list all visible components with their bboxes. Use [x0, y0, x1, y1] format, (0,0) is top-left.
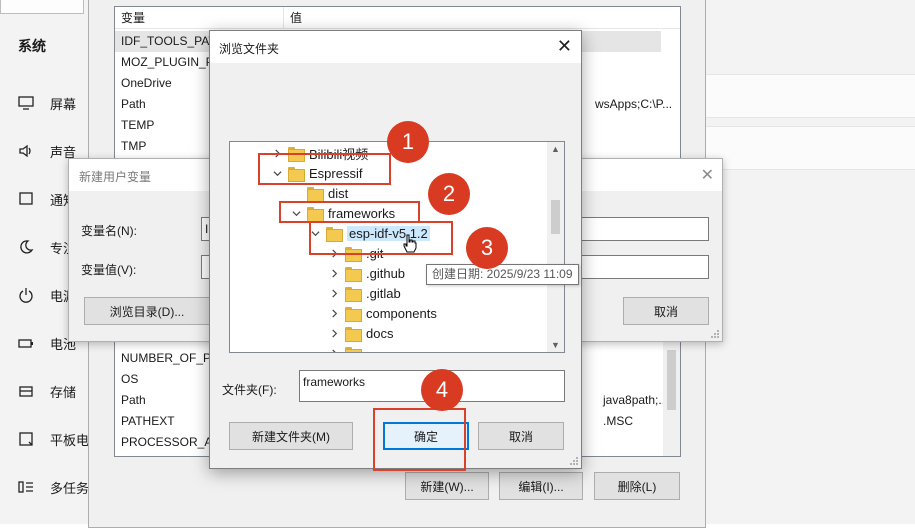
dialog-titlebar: 浏览文件夹 ✕ — [210, 31, 581, 63]
speaker-icon — [14, 142, 38, 160]
annotation-box-1 — [258, 153, 391, 185]
annotation-box-3 — [309, 221, 453, 255]
settings-row[interactable] — [706, 126, 915, 170]
annotation-box-2 — [279, 201, 420, 223]
nav-item-label: 多任务 — [50, 480, 90, 496]
list-header: 变量 值 — [115, 7, 680, 29]
nav-item-tablet[interactable]: 平板电 — [14, 427, 94, 451]
folder-icon — [345, 286, 362, 302]
settings-section-title: 系统 — [18, 38, 46, 54]
notification-icon — [14, 190, 38, 208]
row-name: TEMP — [121, 118, 155, 132]
chevron-right-icon[interactable] — [327, 348, 341, 352]
monitor-icon — [14, 94, 38, 112]
tree-node-label: docs — [366, 325, 394, 341]
row-name: NUMBER_OF_P — [121, 351, 212, 365]
row-name: Path — [121, 393, 146, 407]
nav-item-label: 存储 — [50, 384, 77, 400]
tree-node-label: .github — [366, 265, 406, 281]
tree-scrollbar[interactable]: ▲ ▼ — [547, 142, 564, 352]
tree-node[interactable]: dist — [289, 183, 348, 203]
nav-item-display[interactable]: 屏幕 — [14, 91, 94, 115]
column-header-variable[interactable]: 变量 — [115, 7, 283, 29]
tree-node[interactable]: docs — [327, 323, 393, 343]
row-name: OneDrive — [121, 76, 172, 90]
row-name: TMP — [121, 139, 147, 153]
annotation-box-4 — [373, 408, 466, 471]
tree-node[interactable] — [327, 343, 366, 352]
settings-top-button[interactable] — [0, 0, 84, 14]
row-value: wsApps;C:\P... — [595, 97, 673, 111]
annotation-badge-2: 2 — [428, 173, 470, 215]
env-new-button[interactable]: 新建(W)... — [405, 472, 489, 500]
new-folder-button[interactable]: 新建文件夹(M) — [229, 422, 353, 450]
env-delete-button[interactable]: 删除(L) — [594, 472, 680, 500]
resize-grip-icon[interactable] — [569, 456, 579, 466]
scroll-up-icon[interactable]: ▲ — [547, 142, 564, 156]
folder-icon — [345, 346, 362, 352]
annotation-badge-1: 1 — [387, 121, 429, 163]
row-name: OS — [121, 372, 139, 386]
multitask-icon — [14, 478, 38, 496]
folder-icon — [345, 326, 362, 342]
annotation-badge-3: 3 — [466, 227, 508, 269]
tree-node-label: .gitlab — [366, 285, 401, 301]
folder-icon — [307, 186, 324, 202]
env-edit-button[interactable]: 编辑(I)... — [499, 472, 583, 500]
row-name: PATHEXT — [121, 414, 175, 428]
row-name: Path — [121, 97, 146, 111]
annotation-badge-4: 4 — [421, 369, 463, 411]
browse-directory-button[interactable]: 浏览目录(D)... — [84, 297, 210, 325]
cancel-button[interactable]: 取消 — [478, 422, 564, 450]
system-list-scrollbar[interactable] — [663, 340, 680, 456]
row-value: java8path;... — [603, 393, 669, 407]
row-name: PROCESSOR_AR — [121, 435, 222, 449]
chevron-right-icon[interactable] — [327, 328, 341, 338]
tablet-icon — [14, 430, 38, 448]
nav-item-multitasking[interactable]: 多任务 — [14, 475, 94, 499]
power-icon — [14, 286, 38, 304]
scroll-down-icon[interactable]: ▼ — [547, 338, 564, 352]
moon-icon — [14, 238, 38, 256]
scrollbar-thumb[interactable] — [551, 200, 560, 234]
dialog-title: 浏览文件夹 — [219, 42, 280, 56]
folder-icon — [345, 266, 362, 282]
tree-node-label: components — [366, 305, 437, 321]
chevron-right-icon[interactable] — [327, 308, 341, 318]
resize-grip-icon[interactable] — [710, 329, 720, 339]
settings-content-pane — [706, 0, 915, 524]
close-icon[interactable]: ✕ — [701, 165, 714, 185]
storage-icon — [14, 382, 38, 400]
cancel-button[interactable]: 取消 — [623, 297, 709, 325]
variable-value-label: 变量值(V): — [81, 263, 137, 277]
row-value: .MSC — [603, 414, 633, 428]
nav-item-label: 屏幕 — [50, 96, 77, 112]
folder-tooltip: 创建日期: 2025/9/23 11:09 — [426, 264, 579, 285]
row-name: MOZ_PLUGIN_P — [121, 55, 214, 69]
battery-icon — [14, 334, 38, 352]
tree-node[interactable]: .github — [327, 263, 405, 283]
tree-node[interactable]: components — [327, 303, 437, 323]
chevron-right-icon[interactable] — [327, 288, 341, 298]
folder-icon — [345, 306, 362, 322]
settings-row[interactable] — [706, 74, 915, 118]
tree-node[interactable]: .gitlab — [327, 283, 401, 303]
scrollbar-thumb[interactable] — [667, 350, 676, 410]
column-header-value[interactable]: 值 — [283, 7, 663, 29]
folder-label: 文件夹(F): — [222, 383, 277, 397]
nav-item-storage[interactable]: 存储 — [14, 379, 94, 403]
chevron-right-icon[interactable] — [327, 268, 341, 278]
nav-item-label: 平板电 — [50, 432, 90, 448]
dialog-title: 新建用户变量 — [79, 170, 152, 184]
close-icon[interactable]: ✕ — [557, 36, 572, 57]
tree-node-label: dist — [328, 185, 349, 201]
row-name: IDF_TOOLS_PAT — [121, 34, 216, 48]
variable-name-label: 变量名(N): — [81, 224, 137, 238]
